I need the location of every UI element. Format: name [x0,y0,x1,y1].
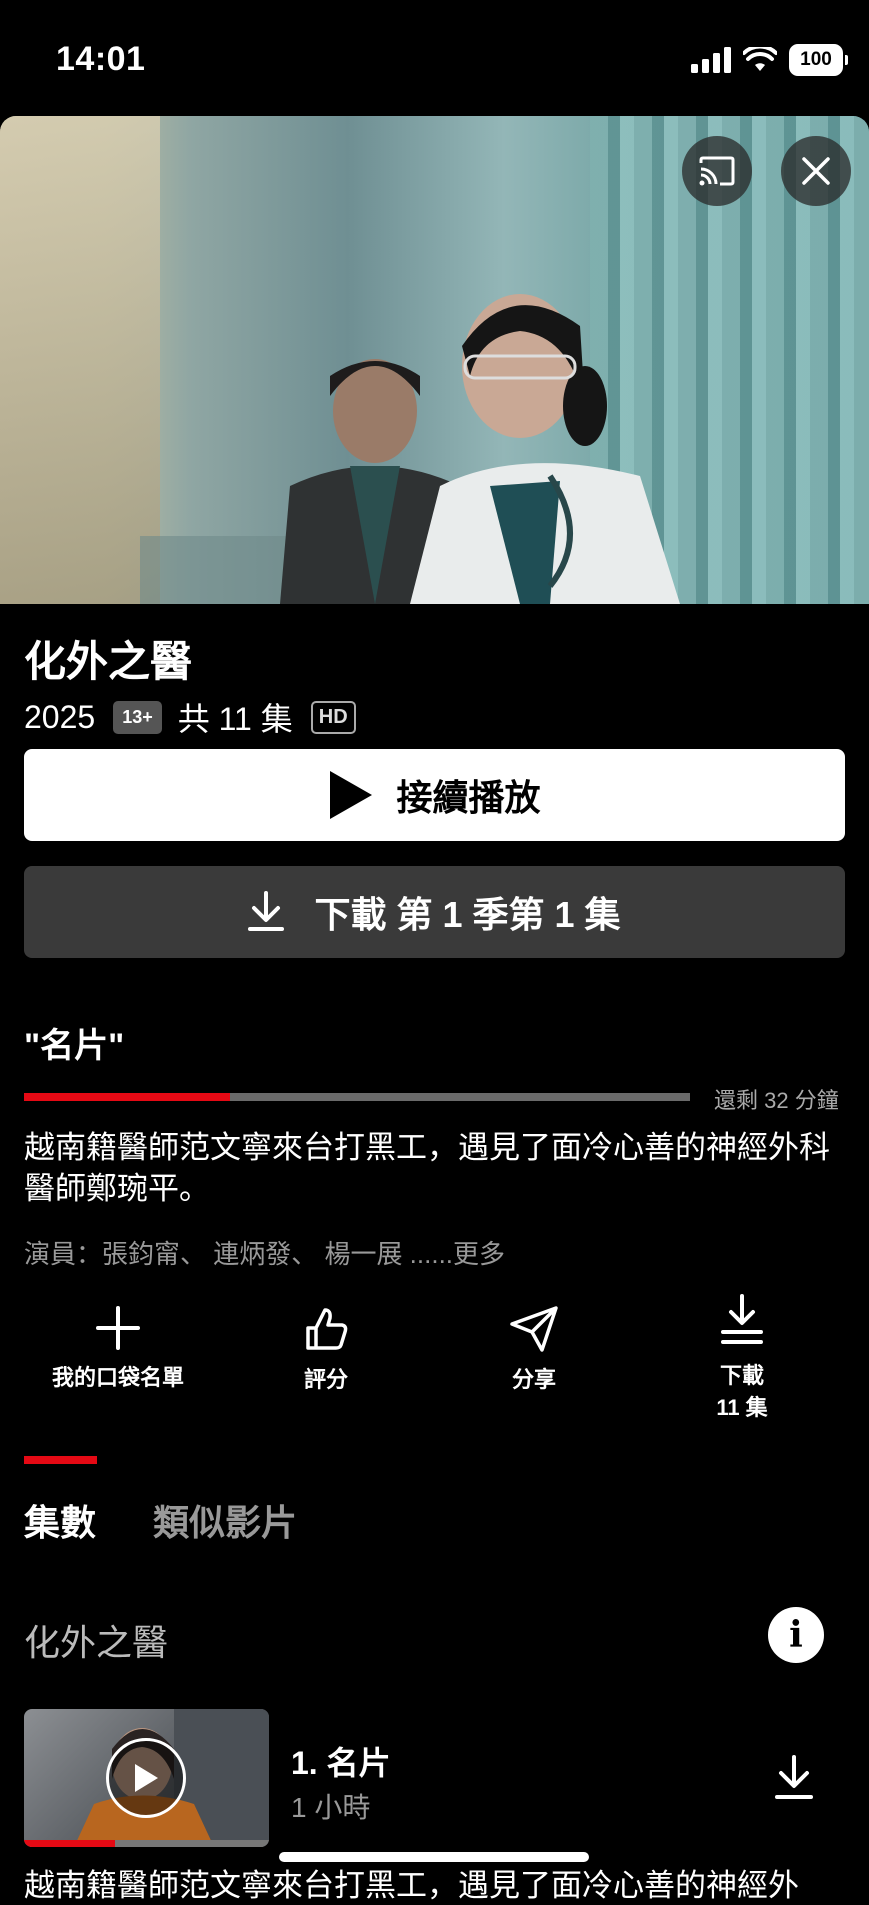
thumbnail-progress-fill [24,1840,115,1847]
my-list-label: 我的口袋名單 [51,1365,184,1390]
episode-description: 越南籍醫師范文寧來台打黑工，遇見了面冷心善的神經外科醫師鄭琬平。 [24,1130,830,1206]
status-time: 14:01 [56,40,146,78]
download-episode-button[interactable]: 下載 第 1 季第 1 集 [24,866,845,958]
episode-count: 共 11 集 [177,701,293,737]
episode-row-duration: 1 小時 [291,1792,371,1823]
share-icon [510,1306,558,1352]
rate-label: 評分 [303,1367,348,1392]
share-button[interactable]: 分享 [434,1306,634,1394]
home-indicator[interactable] [279,1852,589,1862]
episode-progress-bar [24,1093,690,1101]
download-all-button[interactable]: 下載 11 集 [642,1294,842,1422]
thumbnail-progress-bar [24,1840,269,1847]
info-button[interactable]: i [768,1607,824,1663]
time-remaining: 還剩 32 分鐘 [714,1088,839,1113]
download-icon [248,891,285,931]
status-icons: 100 [691,44,848,76]
battery-icon: 100 [789,44,848,76]
resume-label: 接續播放 [396,777,541,818]
close-button[interactable] [781,136,851,206]
current-episode-title: "名片" [24,1027,125,1065]
info-icon: i [789,1614,803,1656]
cast-list[interactable]: 演員：張鈞甯、 連炳發、 楊一展 ......更多 [24,1234,505,1271]
season-title: 化外之醫 [24,1622,169,1663]
play-icon [330,771,373,819]
thumbs-up-icon [306,1308,348,1350]
rate-button[interactable]: 評分 [226,1306,426,1394]
cast-button[interactable] [682,136,752,206]
hd-badge: HD [310,700,356,734]
maturity-rating-badge: 13+ [113,700,162,734]
resume-button[interactable]: 接續播放 [24,749,845,841]
battery-level: 100 [800,49,832,70]
episode-progress-fill [24,1093,231,1101]
signal-icon [691,47,731,73]
download-all-label-line2: 11 集 [716,1395,768,1420]
play-icon [135,1764,158,1792]
episode-row-title[interactable]: 1. 名片 [291,1738,391,1784]
tab-active-indicator [24,1456,97,1464]
episode-download-button[interactable] [774,1755,814,1806]
hero-figure-doctor [410,294,680,604]
download-icon [775,1755,813,1799]
cast-icon [699,156,735,186]
show-year: 2025 [24,698,96,735]
my-list-button[interactable]: 我的口袋名單 [18,1306,218,1392]
show-title: 化外之醫 [24,638,193,685]
download-all-icon [721,1294,763,1344]
download-all-label-line1: 下載 [719,1363,764,1388]
tab-similar[interactable]: 類似影片 [153,1494,297,1546]
close-icon [802,157,830,185]
episode-row-description: 越南籍醫師范文寧來台打黑工，遇見了面冷心善的神經外 [24,1868,799,1903]
share-label: 分享 [511,1367,556,1392]
episode-thumbnail[interactable] [24,1709,269,1847]
tab-episodes[interactable]: 集數 [24,1494,96,1546]
thumbnail-play-button[interactable] [106,1738,186,1818]
plus-icon [96,1306,140,1350]
download-episode-label: 下載 第 1 季第 1 集 [314,894,621,935]
wifi-icon [743,47,777,71]
show-meta: 2025 13+ 共 11 集 HD [24,694,356,740]
